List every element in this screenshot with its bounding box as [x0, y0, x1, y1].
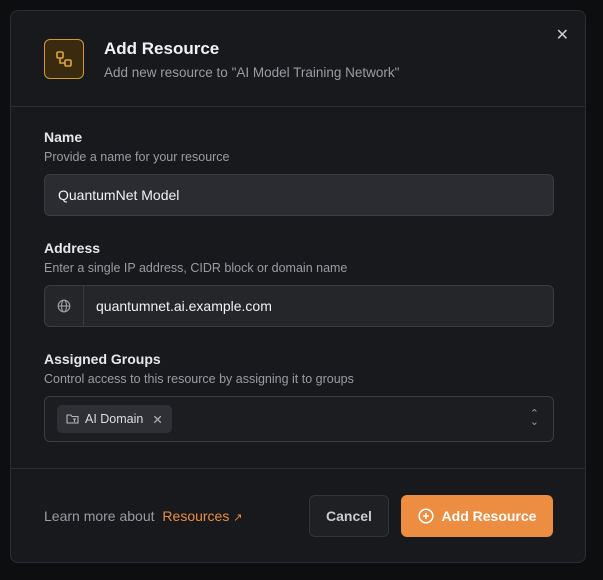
remove-chip-icon[interactable]: ✕: [152, 412, 162, 427]
add-resource-label: Add Resource: [441, 508, 537, 524]
cancel-button[interactable]: Cancel: [309, 495, 389, 537]
add-resource-dialog: ✕ Add Resource Add new resource to "AI M…: [10, 10, 586, 563]
name-input[interactable]: QuantumNet Model: [44, 174, 554, 216]
groups-select[interactable]: AI Domain ✕ ⌃ ⌄: [44, 396, 554, 442]
group-chip: AI Domain ✕: [57, 405, 172, 433]
groups-label: Assigned Groups: [44, 351, 161, 367]
group-chip-label: AI Domain: [85, 412, 144, 426]
dialog-subtitle: Add new resource to "AI Model Training N…: [104, 65, 400, 80]
learn-more-text: Learn more about Resources ↗: [44, 508, 242, 524]
address-label: Address: [44, 240, 101, 256]
folder-icon: [66, 414, 79, 424]
address-value: quantumnet.ai.example.com: [96, 298, 272, 314]
dialog-footer: Learn more about Resources ↗ Cancel Add …: [11, 468, 585, 564]
address-input[interactable]: quantumnet.ai.example.com: [44, 285, 554, 327]
dialog-title: Add Resource: [104, 39, 220, 58]
name-value: QuantumNet Model: [58, 187, 180, 203]
groups-hint: Control access to this resource by assig…: [44, 372, 354, 386]
add-resource-button[interactable]: Add Resource: [401, 495, 553, 537]
resources-link[interactable]: Resources ↗: [162, 508, 242, 524]
resource-icon: [44, 39, 84, 79]
globe-icon: [45, 286, 84, 326]
dialog-header: Add Resource Add new resource to "AI Mod…: [11, 11, 585, 107]
chevron-up-down-icon: ⌃ ⌄: [529, 408, 539, 428]
learn-prefix: Learn more about: [44, 508, 155, 524]
groups-field: Assigned Groups Control access to this r…: [44, 351, 554, 442]
address-hint: Enter a single IP address, CIDR block or…: [44, 261, 348, 275]
plus-circle-icon: [417, 508, 434, 524]
address-field: Address Enter a single IP address, CIDR …: [44, 240, 554, 327]
name-hint: Provide a name for your resource: [44, 150, 230, 164]
external-link-icon: ↗: [233, 512, 243, 524]
name-label: Name: [44, 129, 83, 145]
name-field: Name Provide a name for your resource Qu…: [44, 129, 554, 216]
resources-link-label: Resources: [162, 508, 230, 524]
